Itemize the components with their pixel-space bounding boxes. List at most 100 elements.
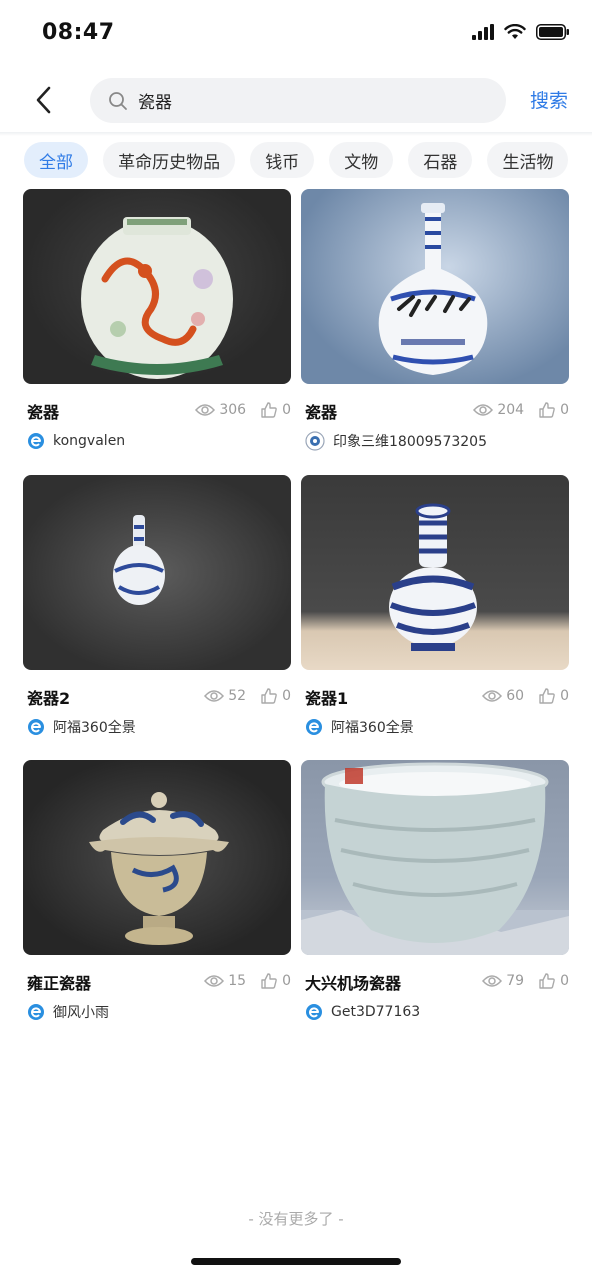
author-name: 印象三维18009573205 <box>333 434 487 450</box>
large-urn-image <box>301 762 569 955</box>
result-card[interactable]: 雍正瓷器 15 0 御风小雨 <box>23 760 291 1021</box>
author-name: kongvalen <box>53 433 126 449</box>
result-card[interactable]: 大兴机场瓷器 79 0 Get3D77163 <box>301 760 569 1020</box>
wifi-icon <box>504 24 526 39</box>
eye-icon <box>473 404 494 416</box>
result-card[interactable]: 瓷器 306 0 kongvalen <box>23 189 291 449</box>
eye-icon <box>482 975 503 987</box>
result-card[interactable]: 瓷器1 60 0 阿福360全景 <box>301 475 569 736</box>
card-thumbnail[interactable] <box>23 189 291 384</box>
thumbs-up-icon[interactable] <box>538 972 556 990</box>
thumbs-up-icon[interactable] <box>538 687 556 705</box>
eye-icon <box>482 690 503 702</box>
chevron-left-icon <box>36 86 51 114</box>
card-meta: 瓷器2 52 0 <box>27 685 291 708</box>
search-header: 搜索 <box>0 70 592 132</box>
like-count: 0 <box>560 688 569 704</box>
author-name: 御风小雨 <box>53 1005 109 1021</box>
e-logo-icon <box>28 433 44 449</box>
e-logo-icon <box>28 719 44 735</box>
thumbs-up-icon[interactable] <box>538 401 556 419</box>
card-stats: 15 0 <box>204 972 291 990</box>
category-tabs: 全部 革命历史物品 钱币 文物 石器 生活物 <box>24 142 592 178</box>
card-author[interactable]: 阿福360全景 <box>305 717 414 737</box>
card-meta: 雍正瓷器 15 0 <box>27 970 291 993</box>
e-logo-icon <box>306 719 322 735</box>
status-icons <box>472 24 570 40</box>
card-title: 瓷器 <box>27 403 60 422</box>
battery-icon <box>536 24 569 40</box>
bottle-image <box>378 203 488 375</box>
tab-coins[interactable]: 钱币 <box>250 142 315 178</box>
card-author[interactable]: Get3D77163 <box>305 1002 420 1022</box>
card-stats: 60 0 <box>482 687 569 705</box>
like-count: 0 <box>282 688 291 704</box>
jar-image <box>81 217 233 379</box>
like-count: 0 <box>560 402 569 418</box>
author-name: Get3D77163 <box>331 1004 421 1020</box>
author-name: 阿福360全景 <box>331 720 414 736</box>
badge-avatar-icon <box>305 431 325 451</box>
tab-cultural-relics[interactable]: 文物 <box>329 142 394 178</box>
card-title: 瓷器1 <box>305 689 349 708</box>
eye-icon <box>195 404 216 416</box>
card-author[interactable]: 阿福360全景 <box>27 717 136 737</box>
vase-image <box>389 503 477 651</box>
tab-all[interactable]: 全部 <box>24 142 88 178</box>
view-count: 60 <box>506 688 525 704</box>
card-author[interactable]: kongvalen <box>27 431 125 451</box>
thumbs-up-icon[interactable] <box>260 401 278 419</box>
card-thumbnail[interactable] <box>23 760 291 955</box>
card-meta: 大兴机场瓷器 79 0 <box>305 970 569 993</box>
vase-image <box>113 515 165 605</box>
e-logo-icon <box>28 1004 44 1020</box>
header-divider <box>0 132 592 136</box>
eye-icon <box>204 690 225 702</box>
status-bar: 08:47 <box>0 0 592 70</box>
lidded-bowl-image <box>89 792 229 945</box>
status-time: 08:47 <box>42 20 115 45</box>
view-count: 306 <box>219 402 247 418</box>
card-stats: 52 0 <box>204 687 291 705</box>
result-card[interactable]: 瓷器 204 0 印象三维18009573205 <box>301 189 569 451</box>
view-count: 52 <box>228 688 247 704</box>
card-thumbnail[interactable] <box>301 475 569 670</box>
card-author[interactable]: 印象三维18009573205 <box>305 431 487 451</box>
like-count: 0 <box>282 402 291 418</box>
home-indicator <box>191 1258 401 1265</box>
card-title: 大兴机场瓷器 <box>305 974 402 993</box>
view-count: 79 <box>506 973 525 989</box>
eye-icon <box>204 975 225 987</box>
search-icon <box>109 91 127 110</box>
no-more-results: - 没有更多了 - <box>248 1210 344 1228</box>
thumbs-up-icon[interactable] <box>260 972 278 990</box>
e-logo-icon <box>306 1004 322 1020</box>
card-meta: 瓷器 306 0 <box>27 399 291 422</box>
result-card[interactable]: 瓷器2 52 0 阿福360全景 <box>23 475 291 736</box>
thumbs-up-icon[interactable] <box>260 687 278 705</box>
card-meta: 瓷器1 60 0 <box>305 685 569 708</box>
back-button[interactable] <box>26 80 62 120</box>
view-count: 15 <box>228 973 247 989</box>
tab-stone-tools[interactable]: 石器 <box>408 142 473 178</box>
search-input[interactable] <box>138 90 468 111</box>
search-button[interactable]: 搜索 <box>530 86 568 113</box>
card-stats: 306 0 <box>195 401 291 419</box>
search-box[interactable] <box>90 78 506 123</box>
card-thumbnail[interactable] <box>301 189 569 384</box>
like-count: 0 <box>560 973 569 989</box>
card-title: 瓷器2 <box>27 689 71 708</box>
card-title: 雍正瓷器 <box>27 974 92 993</box>
view-count: 204 <box>497 402 525 418</box>
signal-icon <box>472 24 494 40</box>
tab-daily-goods[interactable]: 生活物 <box>487 142 569 178</box>
tab-revolutionary-history[interactable]: 革命历史物品 <box>103 142 236 178</box>
card-author[interactable]: 御风小雨 <box>27 1002 109 1022</box>
author-name: 阿福360全景 <box>53 720 136 736</box>
like-count: 0 <box>282 973 291 989</box>
card-stats: 204 0 <box>473 401 569 419</box>
card-title: 瓷器 <box>305 403 338 422</box>
card-stats: 79 0 <box>482 972 569 990</box>
card-thumbnail[interactable] <box>23 475 291 670</box>
card-thumbnail[interactable] <box>301 760 569 955</box>
